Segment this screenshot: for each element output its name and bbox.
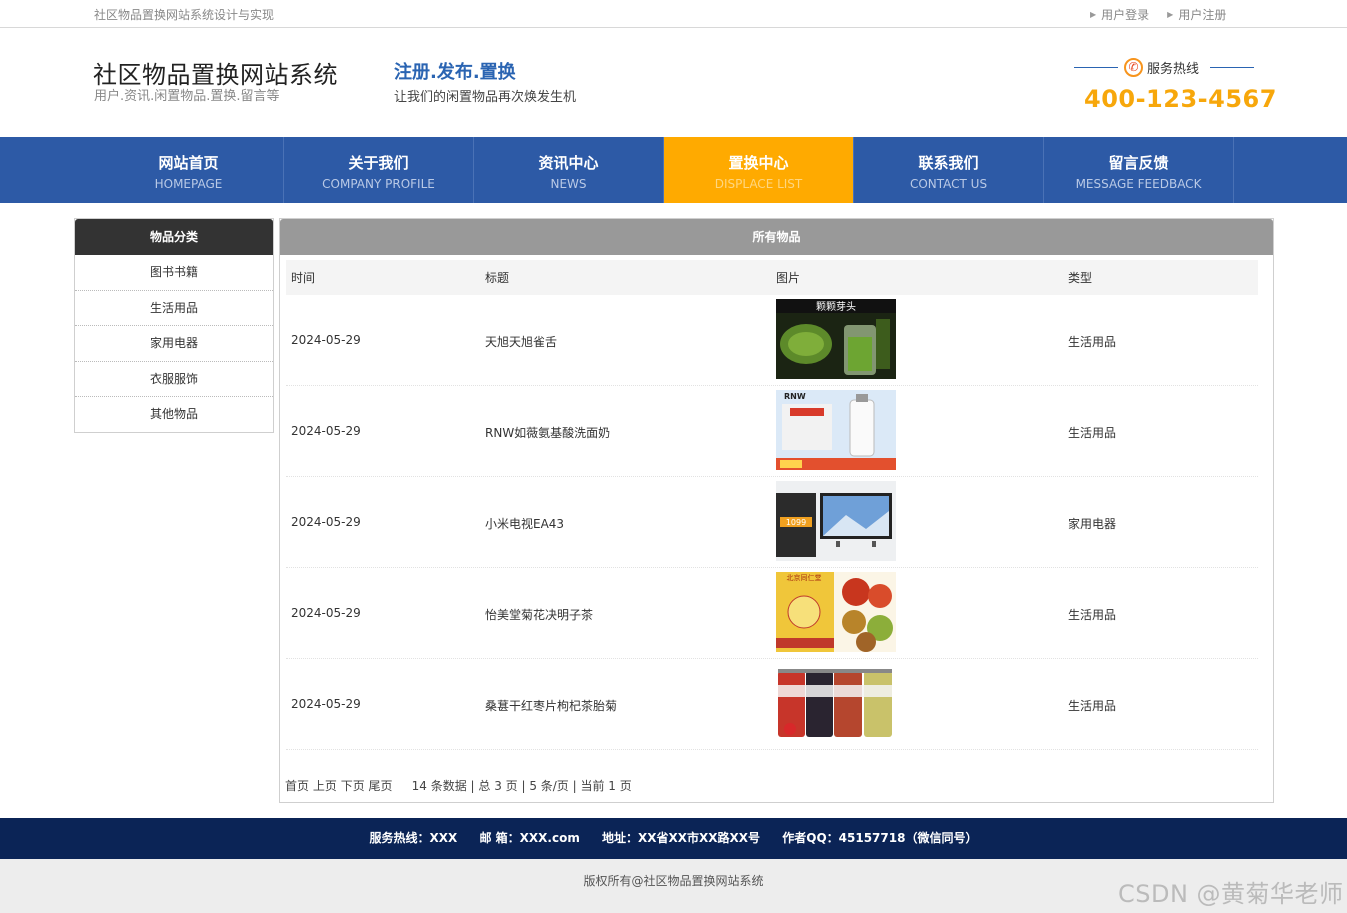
nav-item-contact[interactable]: 联系我们 CONTACT US <box>854 137 1044 203</box>
tea-leaves-photo: 颗颗芽头 <box>776 299 896 379</box>
pager-last[interactable]: 尾页 <box>369 779 393 793</box>
nav-item-label: 联系我们 <box>918 154 979 172</box>
nav-item-homepage[interactable]: 网站首页 HOMEPAGE <box>94 137 284 203</box>
item-thumbnail[interactable]: RNW <box>776 390 896 470</box>
nav-item-sublabel: HOMEPAGE <box>154 177 223 191</box>
top-bar: 社区物品置换网站系统设计与实现 ▶ 用户登录 ▶ 用户注册 <box>0 0 1347 28</box>
header: 社区物品置换网站系统 用户.资讯.闲置物品.置换.留言等 注册.发布.置换 让我… <box>0 29 1347 137</box>
arrow-right-icon: ▶ <box>1090 10 1097 19</box>
login-link-label: 用户登录 <box>1101 8 1150 22</box>
row-date: 2024-05-29 <box>291 606 361 620</box>
footer-copyright: 版权所有@社区物品置换网站系统 <box>583 874 764 888</box>
site-name: 社区物品置换网站系统设计与实现 <box>94 8 275 22</box>
divider-line <box>1210 67 1254 68</box>
row-type: 生活用品 <box>1068 335 1117 349</box>
nav-item-news[interactable]: 资讯中心 NEWS <box>474 137 664 203</box>
nav-item-displace[interactable]: 置换中心 DISPLACE LIST <box>664 137 854 203</box>
dried-fruit-jars-photo <box>776 663 896 743</box>
register-link-label: 用户注册 <box>1178 8 1227 22</box>
row-type: 生活用品 <box>1068 426 1117 440</box>
nav-item-label: 留言反馈 <box>1108 154 1169 172</box>
row-type: 家用电器 <box>1068 517 1117 531</box>
nav-item-sublabel: NEWS <box>550 177 587 191</box>
watermark: CSDN @黄菊华老师 <box>1118 880 1344 908</box>
nav-item-label: 关于我们 <box>348 154 409 172</box>
nav-item-label: 网站首页 <box>158 154 219 172</box>
thumbnail-caption: 颗颗芽头 <box>816 300 856 313</box>
item-thumbnail[interactable]: 1099 <box>776 481 896 561</box>
row-type: 生活用品 <box>1068 699 1117 713</box>
arrow-right-icon: ▶ <box>1167 10 1174 19</box>
row-title[interactable]: 小米电视EA43 <box>485 515 564 532</box>
column-header-title: 标题 <box>485 271 510 285</box>
nav-item-sublabel: CONTACT US <box>909 177 988 191</box>
footer-email: 邮 箱：XXX.com <box>479 831 580 845</box>
phone-icon: ✆ <box>1124 58 1143 77</box>
table-row: 2024-05-29 小米电视EA43 1099 家用电器 <box>286 477 1258 568</box>
register-link[interactable]: ▶ 用户注册 <box>1167 6 1226 23</box>
nav-item-label: 置换中心 <box>728 154 789 172</box>
footer-contact-bar: 服务热线：XXX 邮 箱：XXX.com 地址：XX省XX市XX路XX号 作者Q… <box>0 818 1347 859</box>
sidebar-item-books[interactable]: 图书书籍 <box>75 255 273 291</box>
thumbnail-caption: RNW <box>784 392 806 401</box>
row-title[interactable]: 天旭天旭雀舌 <box>485 333 557 350</box>
sidebar-item-appliances[interactable]: 家用电器 <box>75 326 273 362</box>
pager-summary: 14 条数据 | 总 3 页 | 5 条/页 | 当前 1 页 <box>411 779 632 793</box>
nav-item-sublabel: COMPANY PROFILE <box>322 177 435 191</box>
item-thumbnail[interactable]: 北京同仁堂 <box>776 572 896 652</box>
slogan-subtitle: 让我们的闲置物品再次焕发生机 <box>394 90 577 105</box>
pagination: 首页 上页 下页 尾页 14 条数据 | 总 3 页 | 5 条/页 | 当前 … <box>285 777 632 794</box>
panel-title: 所有物品 <box>280 219 1273 255</box>
row-title[interactable]: 桑葚干红枣片枸杞茶胎菊 <box>485 697 617 714</box>
item-thumbnail[interactable] <box>776 663 896 743</box>
tv-photo: 1099 <box>776 481 896 561</box>
nav-item-sublabel: DISPLACE LIST <box>714 177 803 191</box>
footer-hotline: 服务热线：XXX <box>369 831 458 845</box>
table-row: 2024-05-29 RNW如薇氨基酸洗面奶 RNW 生活用品 <box>286 386 1258 477</box>
logo-subtitle: 用户.资讯.闲置物品.置换.留言等 <box>94 89 280 104</box>
table-row: 2024-05-29 怡美堂菊花决明子茶 北京同仁堂 生活用品 <box>286 568 1258 659</box>
row-date: 2024-05-29 <box>291 515 361 529</box>
nav-item-about[interactable]: 关于我们 COMPANY PROFILE <box>284 137 474 203</box>
footer-qq: 作者QQ：45157718（微信同号） <box>782 831 978 845</box>
row-title[interactable]: 怡美堂菊花决明子茶 <box>485 606 593 623</box>
sidebar-title: 物品分类 <box>75 219 273 255</box>
items-panel: 所有物品 时间 标题 图片 类型 2024-05-29 天旭天旭雀舌 颗颗芽头 … <box>279 218 1274 803</box>
column-header-image: 图片 <box>776 271 801 285</box>
thumbnail-caption: 1099 <box>786 518 806 527</box>
pager-next[interactable]: 下页 <box>341 779 365 793</box>
nav-item-label: 资讯中心 <box>538 154 599 172</box>
category-sidebar: 物品分类 图书书籍 生活用品 家用电器 衣服服饰 其他物品 <box>74 218 274 433</box>
top-links: ▶ 用户登录 ▶ 用户注册 <box>1090 6 1226 23</box>
nav-item-feedback[interactable]: 留言反馈 MESSAGE FEEDBACK <box>1044 137 1234 203</box>
table-header: 时间 标题 图片 类型 <box>286 260 1258 295</box>
divider-line <box>1074 67 1118 68</box>
hotline-label: ✆ 服务热线 <box>1074 57 1254 77</box>
thumbnail-caption: 北京同仁堂 <box>787 573 822 582</box>
row-type: 生活用品 <box>1068 608 1117 622</box>
item-thumbnail[interactable]: 颗颗芽头 <box>776 299 896 379</box>
nav-item-sublabel: MESSAGE FEEDBACK <box>1075 177 1202 191</box>
sidebar-item-clothing[interactable]: 衣服服饰 <box>75 362 273 398</box>
column-header-time: 时间 <box>291 271 316 285</box>
main-nav: 网站首页 HOMEPAGE 关于我们 COMPANY PROFILE 资讯中心 … <box>0 137 1347 203</box>
login-link[interactable]: ▶ 用户登录 <box>1090 6 1149 23</box>
table-row: 2024-05-29 桑葚干红枣片枸杞茶胎菊 生活用品 <box>286 659 1258 750</box>
row-date: 2024-05-29 <box>291 333 361 347</box>
table-row: 2024-05-29 天旭天旭雀舌 颗颗芽头 生活用品 <box>286 295 1258 386</box>
slogan-title: 注册.发布.置换 <box>394 62 516 83</box>
hotline-number: 400-123-4567 <box>1084 85 1277 113</box>
hotline-label-text: 服务热线 <box>1147 62 1200 77</box>
herbal-tea-box-photo: 北京同仁堂 <box>776 572 896 652</box>
pager-first[interactable]: 首页 <box>285 779 309 793</box>
column-header-type: 类型 <box>1068 271 1093 285</box>
row-date: 2024-05-29 <box>291 424 361 438</box>
sidebar-item-daily-goods[interactable]: 生活用品 <box>75 291 273 327</box>
row-date: 2024-05-29 <box>291 697 361 711</box>
sidebar-item-other[interactable]: 其他物品 <box>75 397 273 433</box>
cleanser-bottle-photo: RNW <box>776 390 896 470</box>
row-title[interactable]: RNW如薇氨基酸洗面奶 <box>485 424 610 441</box>
footer-address: 地址：XX省XX市XX路XX号 <box>602 831 761 845</box>
pager-prev[interactable]: 上页 <box>313 779 337 793</box>
